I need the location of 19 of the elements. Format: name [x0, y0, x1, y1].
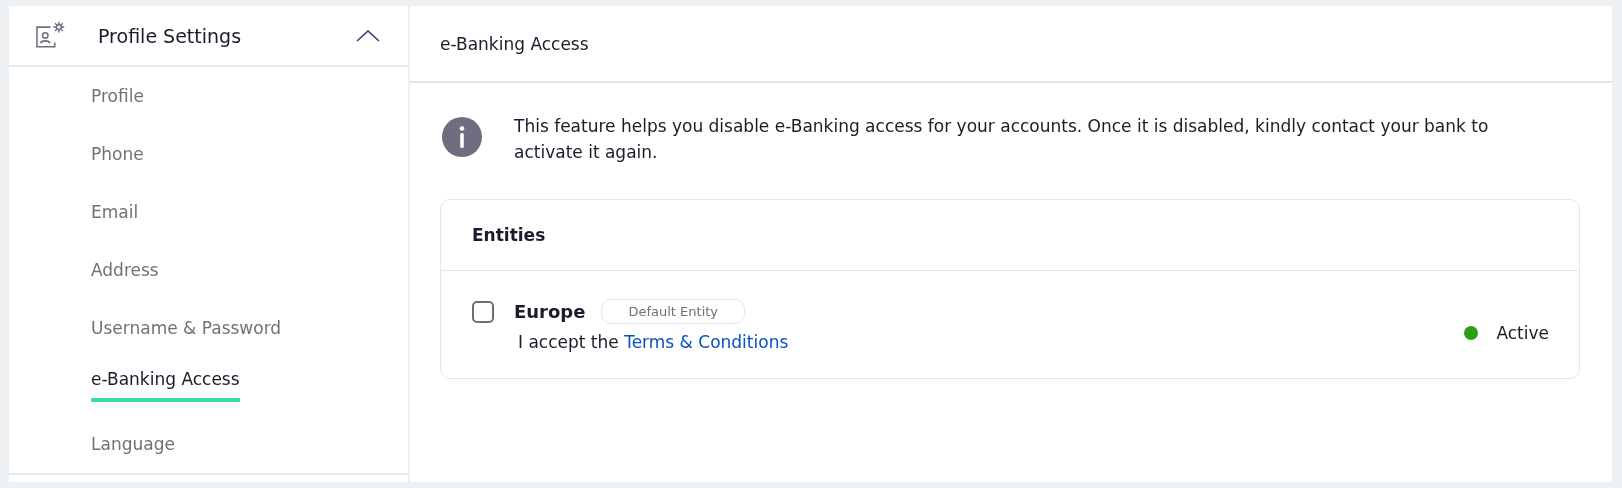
default-entity-badge: Default Entity: [601, 299, 746, 324]
sidebar-item[interactable]: Phone: [91, 125, 144, 183]
terms-link[interactable]: Terms & Conditions: [624, 332, 789, 352]
entity-name: Europe: [514, 301, 586, 322]
sidebar-item[interactable]: Profile: [91, 67, 144, 125]
sidebar-item[interactable]: Email: [91, 183, 139, 241]
sidebar-item[interactable]: e-Banking Access: [91, 357, 240, 402]
info-icon: [442, 117, 482, 157]
section-title: Profile Settings: [98, 24, 243, 47]
status-text: Active: [1496, 322, 1549, 343]
info-text: This feature helps you disable e-Banking access for your accounts. Once it is disabled, kindly contact your bank to activate it again.: [514, 115, 1490, 164]
card-title: Entities: [472, 225, 546, 245]
chevron-up-icon[interactable]: [356, 29, 380, 42]
sidebar-item[interactable]: Username & Password: [91, 299, 282, 357]
terms-text: I accept the: [518, 332, 619, 352]
page-title: e-Banking Access: [440, 33, 589, 54]
checkbox[interactable]: [472, 300, 494, 323]
sidebar-item[interactable]: Address: [91, 241, 159, 299]
sidebar-item[interactable]: Language: [91, 415, 175, 473]
